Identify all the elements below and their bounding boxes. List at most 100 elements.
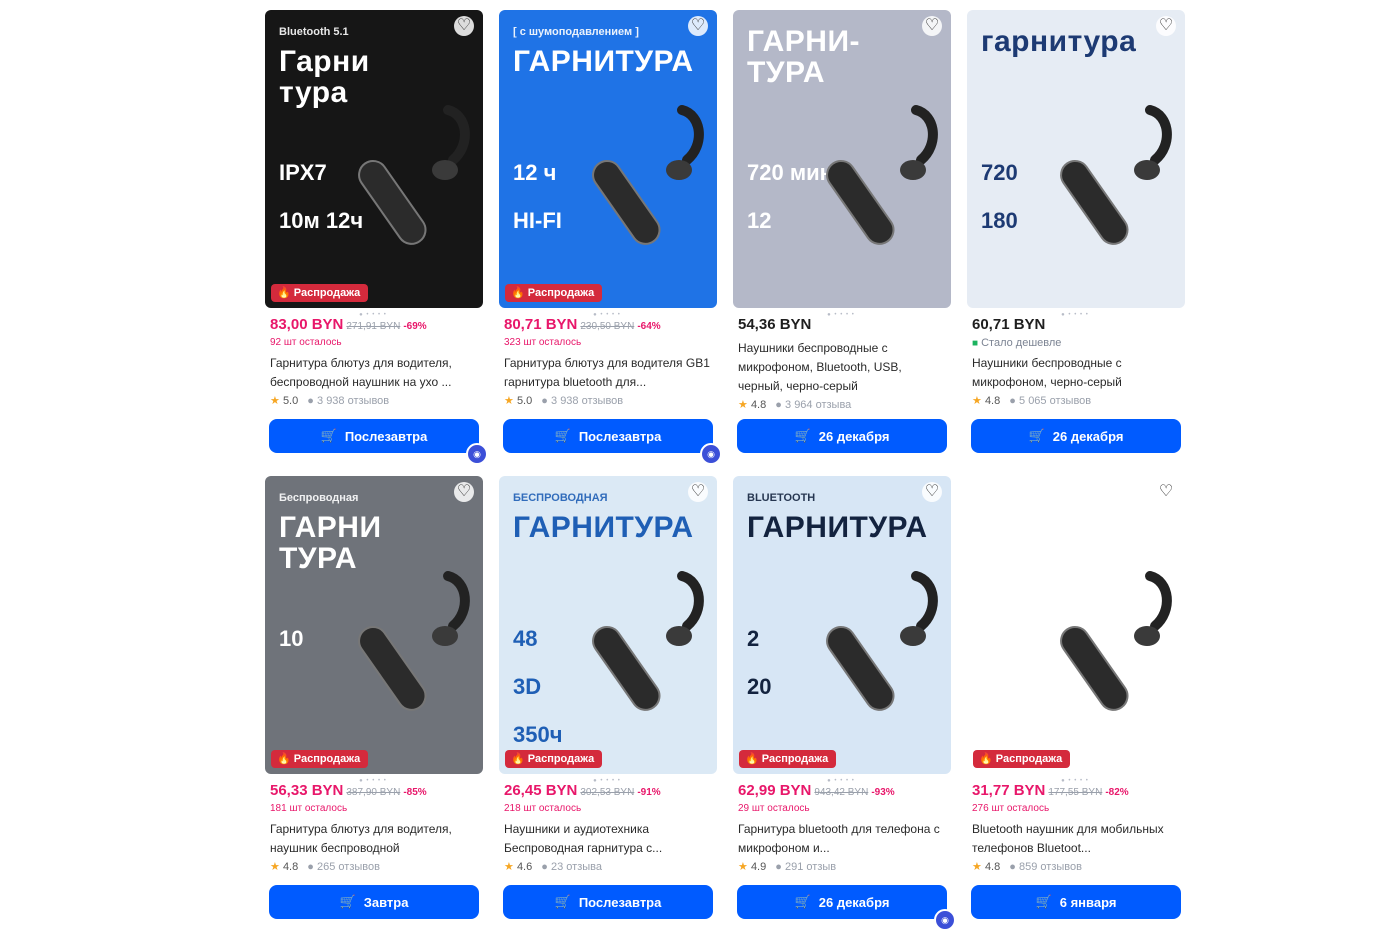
image-subtitle: BLUETOOTH — [747, 492, 816, 504]
old-price: 230,50 BYN — [580, 321, 635, 332]
product-info: 26,45 BYN 302,53 BYN -91% 218 шт осталось … — [504, 782, 712, 873]
product-card[interactable]: ГАРНИ- ТУРА 720 мин 12 ♡ ● • • • • 54,36 … — [728, 6, 954, 462]
discount: -93% — [871, 787, 895, 798]
reviews-icon: ● — [307, 395, 314, 407]
sale-badge: 🔥 Распродажа — [505, 284, 603, 302]
favorite-heart-icon[interactable]: ♡ — [688, 482, 708, 502]
product-image[interactable]: БЕСПРОВОДНАЯ ГАРНИТУРА 48 3D 350ч 🔥 Распро… — [499, 476, 717, 774]
product-card[interactable]: BLUETOOTH ГАРНИТУРА 2 20 🔥 Распродажа ♡ ●… — [728, 472, 956, 931]
add-to-cart-button[interactable]: 🛒 Послезавтра — [503, 419, 713, 453]
stock-left: 218 шт осталось — [504, 803, 582, 814]
earpiece-icon — [358, 105, 470, 245]
product-grid: Bluetooth 5.1 Гарни тура IPX7 10м 12ч 🔥 Р… — [260, 6, 1192, 931]
earpiece-icon — [826, 105, 938, 245]
reviews-count[interactable]: 265 отзывов — [317, 861, 380, 873]
reviews-icon: ● — [1009, 395, 1016, 407]
image-subtitle: [ с шумоподавлением ] — [513, 26, 639, 38]
rating-value: 4.8 — [984, 861, 1001, 873]
image-spec: 2 — [747, 626, 760, 651]
product-name[interactable]: Гарнитура блютуз для водителя, наушник б… — [270, 820, 478, 858]
favorite-heart-icon[interactable]: ♡ — [922, 482, 942, 502]
image-spec: 12 — [747, 208, 772, 233]
rating-row: ★ 4.9 ● 291 отзыв — [738, 860, 946, 873]
product-card[interactable]: [ с шумоподавлением ] ГАРНИТУРА 12 ч HI-F… — [494, 6, 722, 465]
star-icon: ★ — [504, 861, 514, 873]
product-card[interactable]: 🔥 Распродажа ♡ ● • • • • 31,77 BYN 177,55… — [962, 472, 1188, 928]
stock-left: 92 шт осталось — [270, 337, 342, 348]
favorite-heart-icon[interactable]: ♡ — [1156, 16, 1176, 36]
reviews-count[interactable]: 5 065 отзывов — [1019, 395, 1091, 407]
product-name[interactable]: Наушники беспроводные с микрофоном, черн… — [972, 354, 1180, 392]
product-card[interactable]: БЕСПРОВОДНАЯ ГАРНИТУРА 48 3D 350ч 🔥 Распро… — [494, 472, 720, 928]
star-icon: ★ — [972, 861, 982, 873]
cart-icon: 🛒 — [339, 894, 356, 909]
reviews-count[interactable]: 859 отзывов — [1019, 861, 1082, 873]
earpiece-icon — [826, 571, 938, 711]
image-spec: 48 — [513, 626, 538, 651]
discount: -82% — [1105, 787, 1129, 798]
add-to-cart-button[interactable]: 🛒 Завтра — [269, 885, 479, 919]
reviews-icon: ● — [775, 399, 782, 411]
reviews-count[interactable]: 291 отзыв — [785, 861, 836, 873]
reviews-count[interactable]: 3 938 отзывов — [551, 395, 623, 407]
favorite-heart-icon[interactable]: ♡ — [1156, 482, 1176, 502]
price-line: 62,99 BYN 943,42 BYN -93% — [738, 782, 946, 799]
product-info: 83,00 BYN 271,91 BYN -69% 92 шт осталось Г… — [270, 316, 478, 407]
reviews-count[interactable]: 3 964 отзыва — [785, 399, 851, 411]
product-name[interactable]: Наушники беспроводные с микрофоном, Blue… — [738, 339, 946, 396]
discount: -69% — [403, 321, 427, 332]
product-card[interactable]: Беспроводная ГАРНИ ТУРА 10 🔥 Распродажа … — [260, 472, 486, 928]
image-spec: HI-FI — [513, 208, 562, 233]
product-image[interactable]: Bluetooth 5.1 Гарни тура IPX7 10м 12ч 🔥 Р… — [265, 10, 483, 308]
product-card[interactable]: гарнитура 720 180 ♡ ● • • • • 60,71 BYN ■… — [962, 6, 1188, 462]
price: 83,00 BYN — [270, 316, 344, 333]
product-image[interactable]: ГАРНИ- ТУРА 720 мин 12 — [733, 10, 951, 308]
favorite-heart-icon[interactable]: ♡ — [454, 482, 474, 502]
product-image[interactable]: [ с шумоподавлением ] ГАРНИТУРА 12 ч HI-F… — [499, 10, 717, 308]
add-to-cart-button[interactable]: 🛒 26 декабря — [971, 419, 1181, 453]
earpiece-icon — [592, 105, 704, 245]
earpiece-icon — [1060, 105, 1172, 245]
stock-left: 181 шт осталось — [270, 803, 348, 814]
product-image[interactable]: 🔥 Распродажа — [967, 476, 1185, 774]
favorite-heart-icon[interactable]: ♡ — [688, 16, 708, 36]
cart-icon: 🛒 — [554, 894, 571, 909]
old-price: 271,91 BYN — [346, 321, 401, 332]
image-spec: 3D — [513, 674, 542, 699]
reviews-count[interactable]: 23 отзыва — [551, 861, 602, 873]
price: 31,77 BYN — [972, 782, 1046, 799]
cart-icon: 🛒 — [794, 428, 811, 443]
add-to-cart-button[interactable]: 🛒 6 января — [971, 885, 1181, 919]
product-name[interactable]: Гарнитура bluetooth для телефона с микро… — [738, 820, 946, 858]
reviews-count[interactable]: 3 938 отзывов — [317, 395, 389, 407]
product-name[interactable]: Наушники и аудиотехника Беспроводная гар… — [504, 820, 712, 858]
product-name[interactable]: Bluetooth наушник для мобильных телефоно… — [972, 820, 1180, 858]
sale-badge: 🔥 Распродажа — [973, 750, 1071, 768]
sale-badge: 🔥 Распродажа — [271, 750, 369, 768]
add-to-cart-button[interactable]: 🛒 Послезавтра — [269, 419, 479, 453]
rating-value: 4.8 — [282, 861, 299, 873]
add-to-cart-button[interactable]: 🛒 Послезавтра — [503, 885, 713, 919]
product-name[interactable]: Гарнитура блютуз для водителя, беспровод… — [270, 354, 478, 392]
favorite-heart-icon[interactable]: ♡ — [922, 16, 942, 36]
product-name[interactable]: Гарнитура блютуз для водителя GB1 гарнит… — [504, 354, 712, 392]
image-title: ГАРНИТУРА — [747, 511, 928, 544]
image-title: ГАРНИТУРА — [513, 45, 694, 78]
star-icon: ★ — [738, 861, 748, 873]
old-price: 177,55 BYN — [1048, 787, 1103, 798]
rating-row: ★ 4.8 ● 3 964 отзыва — [738, 398, 946, 411]
add-to-cart-button[interactable]: 🛒 26 декабря — [737, 885, 947, 919]
price: 26,45 BYN — [504, 782, 578, 799]
favorite-heart-icon[interactable]: ♡ — [454, 16, 474, 36]
price: 60,71 BYN — [972, 316, 1046, 333]
product-image[interactable]: BLUETOOTH ГАРНИТУРА 2 20 🔥 Распродажа — [733, 476, 951, 774]
product-image[interactable]: Беспроводная ГАРНИ ТУРА 10 🔥 Распродажа — [265, 476, 483, 774]
cart-icon: 🛒 — [1035, 894, 1052, 909]
product-info: 56,33 BYN 387,90 BYN -85% 181 шт осталось … — [270, 782, 478, 873]
rating-value: 4.8 — [750, 399, 767, 411]
add-to-cart-button[interactable]: 🛒 26 декабря — [737, 419, 947, 453]
product-card[interactable]: Bluetooth 5.1 Гарни тура IPX7 10м 12ч 🔥 Р… — [260, 6, 488, 465]
premium-badge-icon: ◉ — [466, 443, 488, 465]
sale-badge: 🔥 Распродажа — [505, 750, 603, 768]
product-image[interactable]: гарнитура 720 180 — [967, 10, 1185, 308]
